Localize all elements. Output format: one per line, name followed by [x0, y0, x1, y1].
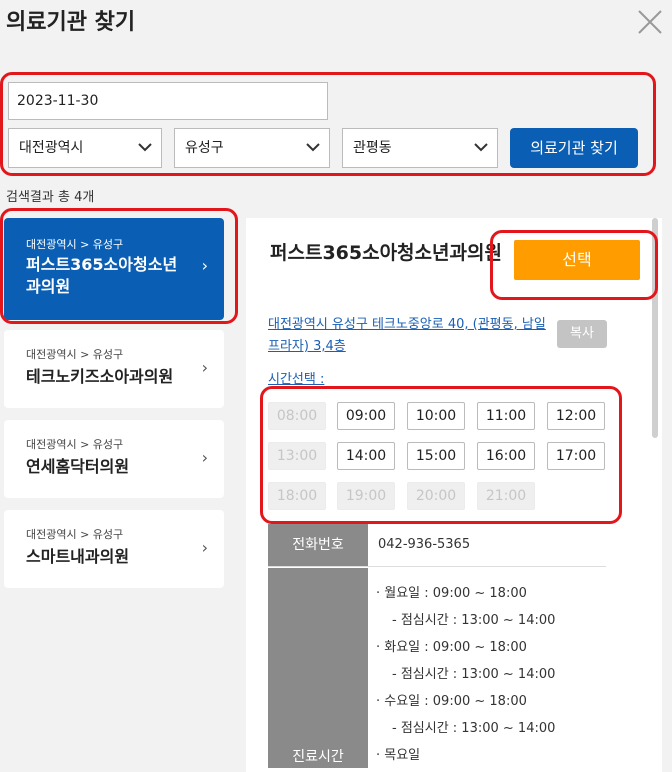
hours-line: · 화요일 : 09:00 ~ 18:00 — [376, 640, 527, 655]
hours-row: 진료시간 · 월요일 : 09:00 ~ 18:00 - 점심시간 : 13:0… — [268, 568, 606, 768]
clinic-name: 퍼스트365소아청소년과의원 — [270, 242, 502, 264]
hours-line: - 점심시간 : 13:00 ~ 14:00 — [392, 667, 556, 682]
city-select-value: 대전광역시 — [19, 140, 84, 156]
result-region: 대전광역시 > 유성구 — [26, 438, 124, 451]
hours-list: · 월요일 : 09:00 ~ 18:00 - 점심시간 : 13:00 ~ 1… — [368, 568, 606, 768]
result-name: 연세홈닥터의원 — [26, 457, 130, 476]
result-region: 대전광역시 > 유성구 — [26, 528, 124, 541]
city-select[interactable]: 대전광역시 — [8, 128, 162, 168]
phone-label: 전화번호 — [268, 524, 368, 566]
time-select-label: 시간선택 : — [268, 372, 325, 387]
chevron-down-icon — [138, 143, 152, 152]
phone-value: 042-936-5365 — [378, 537, 471, 552]
result-region: 대전광역시 > 유성구 — [26, 348, 124, 361]
hours-line: · 목요일 — [376, 748, 421, 763]
hours-label: 진료시간 — [268, 568, 368, 768]
chevron-down-icon — [474, 143, 488, 152]
chevron-right-icon: › — [201, 358, 208, 377]
address-link[interactable]: 대전광역시 유성구 테크노중앙로 40, (관평동, 남일프라자) 3,4층 — [268, 314, 548, 358]
hours-line: · 월요일 : 09:00 ~ 18:00 — [376, 586, 527, 601]
selected-card-highlight — [0, 208, 238, 324]
result-card[interactable]: 대전광역시 > 유성구 연세홈닥터의원 › — [4, 420, 224, 498]
chevron-right-icon: › — [201, 538, 208, 557]
chevron-down-icon — [306, 143, 320, 152]
chevron-right-icon: › — [201, 448, 208, 467]
result-card[interactable]: 대전광역시 > 유성구 테크노키즈소아과의원 › — [4, 330, 224, 408]
select-button-highlight — [490, 230, 658, 300]
district-select-value: 유성구 — [185, 140, 224, 156]
close-icon[interactable] — [636, 8, 664, 36]
hours-line: - 점심시간 : 13:00 ~ 14:00 — [392, 721, 556, 736]
date-input[interactable]: 2023-11-30 — [8, 82, 328, 120]
page-title: 의료기관 찾기 — [6, 10, 136, 35]
result-count: 검색결과 총 4개 — [6, 190, 95, 205]
dong-select[interactable]: 관평동 — [342, 128, 498, 168]
hours-line: · 수요일 : 09:00 ~ 18:00 — [376, 694, 527, 709]
find-clinic-button[interactable]: 의료기관 찾기 — [510, 128, 638, 168]
result-name: 스마트내과의원 — [26, 547, 130, 566]
dong-select-value: 관평동 — [353, 140, 392, 156]
result-name: 테크노키즈소아과의원 — [26, 367, 174, 386]
hours-line: - 점심시간 : 13:00 ~ 14:00 — [392, 613, 556, 628]
district-select[interactable]: 유성구 — [174, 128, 330, 168]
phone-row: 전화번호 042-936-5365 — [268, 524, 606, 567]
time-slots-highlight — [260, 386, 622, 524]
copy-button[interactable]: 복사 — [557, 320, 607, 348]
result-card[interactable]: 대전광역시 > 유성구 스마트내과의원 › — [4, 510, 224, 588]
